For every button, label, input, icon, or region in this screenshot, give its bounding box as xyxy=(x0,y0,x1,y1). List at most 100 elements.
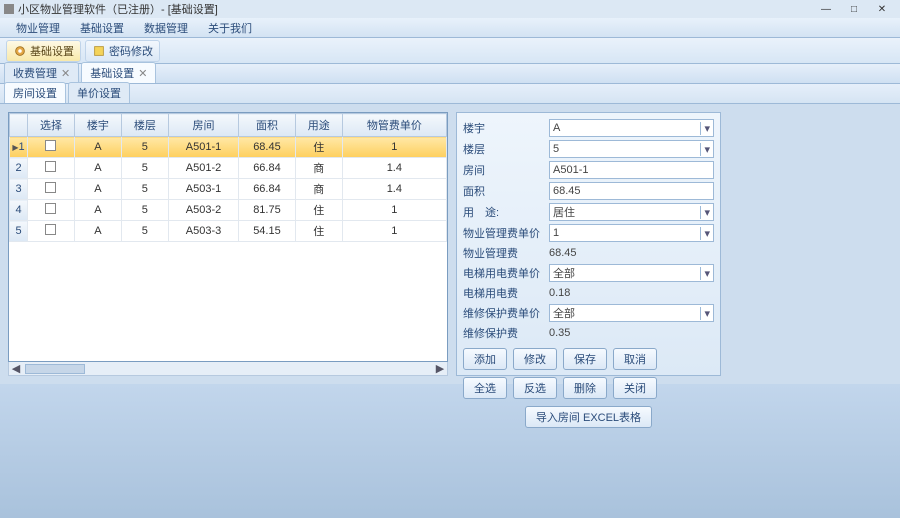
cell-price: 1 xyxy=(342,221,446,242)
elev-price-value: 全部 xyxy=(553,265,575,281)
cell-select[interactable] xyxy=(28,179,75,200)
cell-select[interactable] xyxy=(28,221,75,242)
cell-area: 68.45 xyxy=(239,137,296,158)
area-label: 面积 xyxy=(463,183,545,199)
floor-value: 5 xyxy=(553,143,559,155)
scroll-thumb[interactable] xyxy=(25,364,85,374)
select-all-button[interactable]: 全选 xyxy=(463,377,507,399)
invert-button[interactable]: 反选 xyxy=(513,377,557,399)
dropdown-icon: ▾ xyxy=(700,267,710,280)
col-room[interactable]: 房间 xyxy=(168,114,238,137)
row-header: 1 xyxy=(10,137,28,158)
table-row[interactable]: 5A5A503-354.15住1 xyxy=(10,221,447,242)
elev-fee-label: 电梯用电费 xyxy=(463,285,545,301)
scroll-right-icon[interactable]: ▶ xyxy=(433,362,447,375)
checkbox[interactable] xyxy=(45,203,56,214)
tab-basic-settings[interactable]: 基础设置 ✕ xyxy=(81,62,156,83)
building-label: 楼宇 xyxy=(463,120,545,136)
menu-about[interactable]: 关于我们 xyxy=(198,20,262,36)
cell-floor: 5 xyxy=(121,179,168,200)
col-floor[interactable]: 楼层 xyxy=(121,114,168,137)
cell-select[interactable] xyxy=(28,200,75,221)
usage-value: 居住 xyxy=(553,204,575,220)
checkbox[interactable] xyxy=(45,182,56,193)
floor-select[interactable]: 5▾ xyxy=(549,140,714,158)
usage-label: 用 途: xyxy=(463,204,545,220)
room-value: A501-1 xyxy=(553,164,588,176)
minimize-button[interactable]: — xyxy=(812,4,840,15)
tab-room-settings[interactable]: 房间设置 xyxy=(4,82,66,103)
toolbar-password-label: 密码修改 xyxy=(109,43,153,59)
cell-building: A xyxy=(74,158,121,179)
table-row[interactable]: 2A5A501-266.84商1.4 xyxy=(10,158,447,179)
checkbox[interactable] xyxy=(45,224,56,235)
col-price[interactable]: 物管费单价 xyxy=(342,114,446,137)
menu-property[interactable]: 物业管理 xyxy=(6,20,70,36)
menu-data[interactable]: 数据管理 xyxy=(134,20,198,36)
window-title: 小区物业管理软件（已注册）- [基础设置] xyxy=(18,1,812,17)
tab-fee-mgmt[interactable]: 收费管理 ✕ xyxy=(4,62,79,83)
maint-price-select[interactable]: 全部▾ xyxy=(549,304,714,322)
checkbox[interactable] xyxy=(45,161,56,172)
toolbar-password[interactable]: 密码修改 xyxy=(85,40,160,62)
menu-basic[interactable]: 基础设置 xyxy=(70,20,134,36)
area-input[interactable]: 68.45 xyxy=(549,182,714,200)
mgmt-price-label: 物业管理费单价 xyxy=(463,225,545,241)
add-button[interactable]: 添加 xyxy=(463,348,507,370)
main-tabs: 收费管理 ✕ 基础设置 ✕ xyxy=(0,64,900,84)
col-usage[interactable]: 用途 xyxy=(295,114,342,137)
room-form: 楼宇A▾ 楼层5▾ 房间A501-1 面积68.45 用 途:居住▾ 物业管理费… xyxy=(456,112,721,376)
room-label: 房间 xyxy=(463,162,545,178)
table-row[interactable]: 3A5A503-166.84商1.4 xyxy=(10,179,447,200)
table-row[interactable]: 4A5A503-281.75住1 xyxy=(10,200,447,221)
close-button[interactable]: ✕ xyxy=(868,4,896,15)
table-row[interactable]: 1A5A501-168.45住1 xyxy=(10,137,447,158)
checkbox[interactable] xyxy=(45,140,56,151)
cell-room: A501-1 xyxy=(168,137,238,158)
cell-price: 1.4 xyxy=(342,179,446,200)
mgmt-price-select[interactable]: 1▾ xyxy=(549,224,714,242)
elev-price-select[interactable]: 全部 ▾ xyxy=(549,264,714,282)
usage-select[interactable]: 居住 ▾ xyxy=(549,203,714,221)
mgmt-price-value: 1 xyxy=(553,227,559,239)
lower-panel xyxy=(0,384,900,518)
mgmt-fee-value: 68.45 xyxy=(549,247,714,259)
room-grid: 选择 楼宇 楼层 房间 面积 用途 物管费单价 1A5A501-168.45住1… xyxy=(8,112,448,362)
grid-corner xyxy=(10,114,28,137)
toolbar-basic-settings[interactable]: 基础设置 xyxy=(6,40,81,62)
tab-price-settings[interactable]: 单价设置 xyxy=(68,82,130,103)
import-excel-button[interactable]: 导入房间 EXCEL表格 xyxy=(525,406,652,428)
tab-close-icon[interactable]: ✕ xyxy=(138,67,147,80)
room-input[interactable]: A501-1 xyxy=(549,161,714,179)
maint-fee-label: 维修保护费 xyxy=(463,325,545,341)
scroll-left-icon[interactable]: ◀ xyxy=(9,362,23,375)
col-select[interactable]: 选择 xyxy=(28,114,75,137)
cell-price: 1.4 xyxy=(342,158,446,179)
col-area[interactable]: 面积 xyxy=(239,114,296,137)
cell-price: 1 xyxy=(342,200,446,221)
tab-close-icon[interactable]: ✕ xyxy=(61,67,70,80)
cell-floor: 5 xyxy=(121,200,168,221)
delete-button[interactable]: 删除 xyxy=(563,377,607,399)
cell-select[interactable] xyxy=(28,137,75,158)
cell-select[interactable] xyxy=(28,158,75,179)
cell-floor: 5 xyxy=(121,221,168,242)
cancel-button[interactable]: 取消 xyxy=(613,348,657,370)
maximize-button[interactable]: □ xyxy=(840,4,868,15)
cell-room: A503-1 xyxy=(168,179,238,200)
menubar: 物业管理 基础设置 数据管理 关于我们 xyxy=(0,18,900,38)
cell-usage: 住 xyxy=(295,200,342,221)
toolbar: 基础设置 密码修改 xyxy=(0,38,900,64)
elev-price-label: 电梯用电费单价 xyxy=(463,265,545,281)
grid-header: 选择 楼宇 楼层 房间 面积 用途 物管费单价 xyxy=(10,114,447,137)
edit-button[interactable]: 修改 xyxy=(513,348,557,370)
cell-usage: 住 xyxy=(295,137,342,158)
maint-fee-value: 0.35 xyxy=(549,327,714,339)
cell-building: A xyxy=(74,137,121,158)
save-button[interactable]: 保存 xyxy=(563,348,607,370)
building-select[interactable]: A▾ xyxy=(549,119,714,137)
close-form-button[interactable]: 关闭 xyxy=(613,377,657,399)
col-building[interactable]: 楼宇 xyxy=(74,114,121,137)
grid-hscrollbar[interactable]: ◀ ▶ xyxy=(8,362,448,376)
dropdown-icon: ▾ xyxy=(700,206,710,219)
